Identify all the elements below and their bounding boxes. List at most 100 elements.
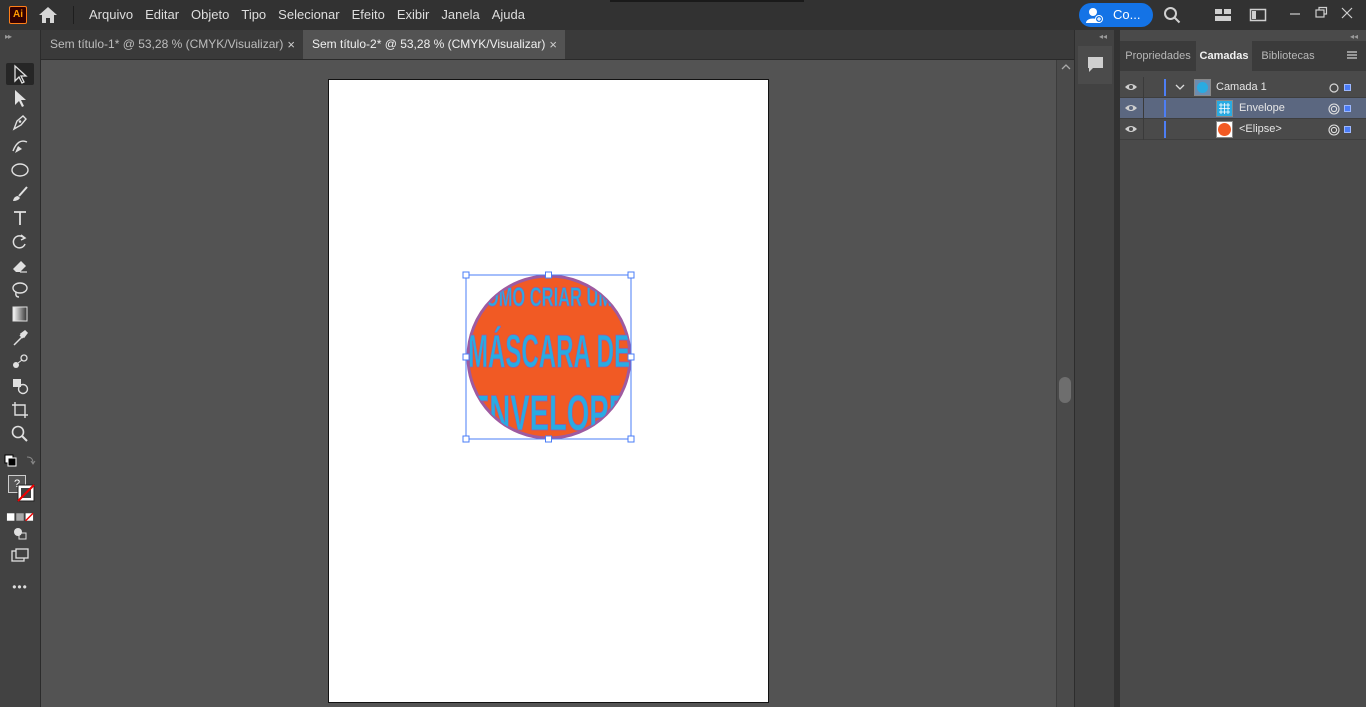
zoom-tool[interactable]	[6, 423, 34, 445]
eraser-icon	[13, 261, 27, 273]
lasso-tool[interactable]	[6, 279, 34, 301]
menu-tipo[interactable]: Tipo	[235, 0, 272, 30]
fill-stroke-control[interactable]: ?	[7, 474, 35, 504]
tab-document-1[interactable]: Sem título-1* @ 53,28 % (CMYK/Visualizar…	[41, 30, 303, 59]
menu-objeto[interactable]: Objeto	[185, 0, 235, 30]
scrollbar-thumb[interactable]	[1059, 377, 1071, 403]
resize-handle[interactable]	[545, 435, 552, 443]
collapse-toolbar-icon[interactable]: ▸▸	[5, 32, 12, 41]
target-selected-icon[interactable]	[1328, 103, 1340, 115]
selection-tool[interactable]	[6, 63, 34, 85]
resize-handle[interactable]	[627, 271, 635, 279]
pen-tool[interactable]	[6, 111, 34, 133]
visibility-eye-icon[interactable]	[1124, 82, 1138, 92]
rotate-tool[interactable]	[6, 231, 34, 253]
target-selected-icon[interactable]	[1328, 124, 1340, 136]
scroll-up-icon[interactable]	[1061, 63, 1071, 71]
panel-tabs: Propriedades Camadas Bibliotecas	[1120, 41, 1366, 71]
menu-ajuda[interactable]: Ajuda	[486, 0, 531, 30]
menu-janela[interactable]: Janela	[435, 0, 485, 30]
arrange-documents-icon[interactable]	[1214, 6, 1232, 24]
vertical-scrollbar[interactable]	[1056, 60, 1074, 707]
shape-builder-icon	[13, 379, 29, 395]
screen-mode-tool[interactable]	[6, 545, 34, 567]
artboard-tool[interactable]	[6, 399, 34, 421]
close-tab-icon[interactable]: ×	[549, 30, 557, 59]
direct-selection-tool[interactable]	[6, 87, 34, 109]
column-divider	[1143, 77, 1144, 98]
tab-document-2[interactable]: Sem título-2* @ 53,28 % (CMYK/Visualizar…	[303, 30, 565, 59]
blend-tool[interactable]	[6, 351, 34, 373]
gradient-icon	[12, 306, 28, 322]
divider	[73, 6, 74, 24]
search-icon[interactable]	[1163, 6, 1181, 24]
layer-name: Envelope	[1239, 102, 1285, 114]
cloud-share-button[interactable]: Co...	[1079, 3, 1153, 27]
paintbrush-tool[interactable]	[6, 183, 34, 205]
menu-efeito[interactable]: Efeito	[346, 0, 391, 30]
resize-handle[interactable]	[462, 435, 470, 443]
selection-indicator[interactable]	[1344, 105, 1351, 112]
tab-camadas[interactable]: Camadas	[1196, 41, 1252, 71]
layer-row-elipse[interactable]: <Elipse>	[1120, 119, 1366, 140]
restore-icon[interactable]	[1311, 4, 1331, 22]
close-tab-icon[interactable]: ×	[287, 30, 295, 59]
resize-handle[interactable]	[627, 353, 635, 361]
layer-row-envelope[interactable]: Envelope	[1120, 98, 1366, 119]
draw-mode-tool[interactable]	[6, 522, 34, 544]
selection-indicator[interactable]	[1344, 126, 1351, 133]
visibility-eye-icon[interactable]	[1124, 103, 1138, 113]
menu-exibir[interactable]: Exibir	[391, 0, 436, 30]
stroke-none-icon[interactable]	[17, 484, 35, 502]
home-icon[interactable]	[37, 5, 59, 25]
chevron-down-icon[interactable]	[1175, 83, 1185, 91]
workspace-icon[interactable]	[1249, 6, 1267, 24]
tools-panel: ▸▸ ? •••	[0, 30, 41, 707]
envelope-object[interactable]: COMO CRIAR UMA MÁSCARA DE ENVELOPE	[466, 274, 632, 441]
swap-colors-icon	[4, 454, 36, 467]
close-window-icon[interactable]	[1337, 4, 1357, 22]
menu-editar[interactable]: Editar	[139, 0, 185, 30]
ellipse-tool[interactable]	[6, 159, 34, 181]
menu-arquivo[interactable]: Arquivo	[83, 0, 139, 30]
tab-bibliotecas[interactable]: Bibliotecas	[1252, 41, 1324, 71]
resize-handle[interactable]	[627, 435, 635, 443]
zoom-icon	[11, 425, 28, 442]
layer-thumbnail	[1194, 79, 1211, 96]
target-icon[interactable]	[1328, 82, 1340, 94]
comment-icon	[1088, 57, 1103, 72]
artboard-icon	[12, 402, 28, 418]
column-divider	[1143, 119, 1144, 140]
eyedropper-tool[interactable]	[6, 327, 34, 349]
artwork-layer: COMO CRIAR UMA MÁSCARA DE ENVELOPE	[462, 271, 635, 443]
eraser-tool[interactable]	[6, 255, 34, 277]
tab-propriedades[interactable]: Propriedades	[1120, 41, 1196, 71]
minimize-icon[interactable]	[1285, 4, 1305, 22]
menu-selecionar[interactable]: Selecionar	[272, 0, 345, 30]
shape-builder-tool[interactable]	[6, 375, 34, 397]
layer-name: <Elipse>	[1239, 123, 1282, 135]
title-indicator	[610, 0, 804, 2]
envelope-thumbnail	[1216, 100, 1233, 117]
canvas-area[interactable]: COMO CRIAR UMA MÁSCARA DE ENVELOPE	[41, 60, 1056, 707]
paintbrush-icon	[13, 186, 28, 201]
type-tool[interactable]	[6, 207, 34, 229]
resize-handle[interactable]	[545, 271, 552, 279]
gradient-tool[interactable]	[6, 303, 34, 325]
resize-handle[interactable]	[462, 353, 470, 361]
default-colors-control[interactable]	[3, 450, 37, 472]
curvature-tool[interactable]	[6, 135, 34, 157]
resize-handle[interactable]	[462, 271, 470, 279]
panel-menu-icon[interactable]	[1346, 50, 1358, 60]
layer-row-camada-1[interactable]: Camada 1	[1120, 77, 1366, 98]
comments-panel-button[interactable]	[1078, 46, 1112, 84]
visibility-eye-icon[interactable]	[1124, 124, 1138, 134]
collapse-panel-icon[interactable]: ◂◂	[1350, 32, 1358, 41]
panel-dock: ◂◂	[1074, 30, 1114, 707]
edit-toolbar-button[interactable]: •••	[6, 576, 34, 598]
selection-indicator[interactable]	[1344, 84, 1351, 91]
collapse-dock-icon[interactable]: ◂◂	[1099, 32, 1107, 41]
selection-arrow-icon	[14, 64, 28, 84]
blend-icon	[13, 354, 28, 368]
illustrator-logo: Ai	[9, 6, 27, 24]
